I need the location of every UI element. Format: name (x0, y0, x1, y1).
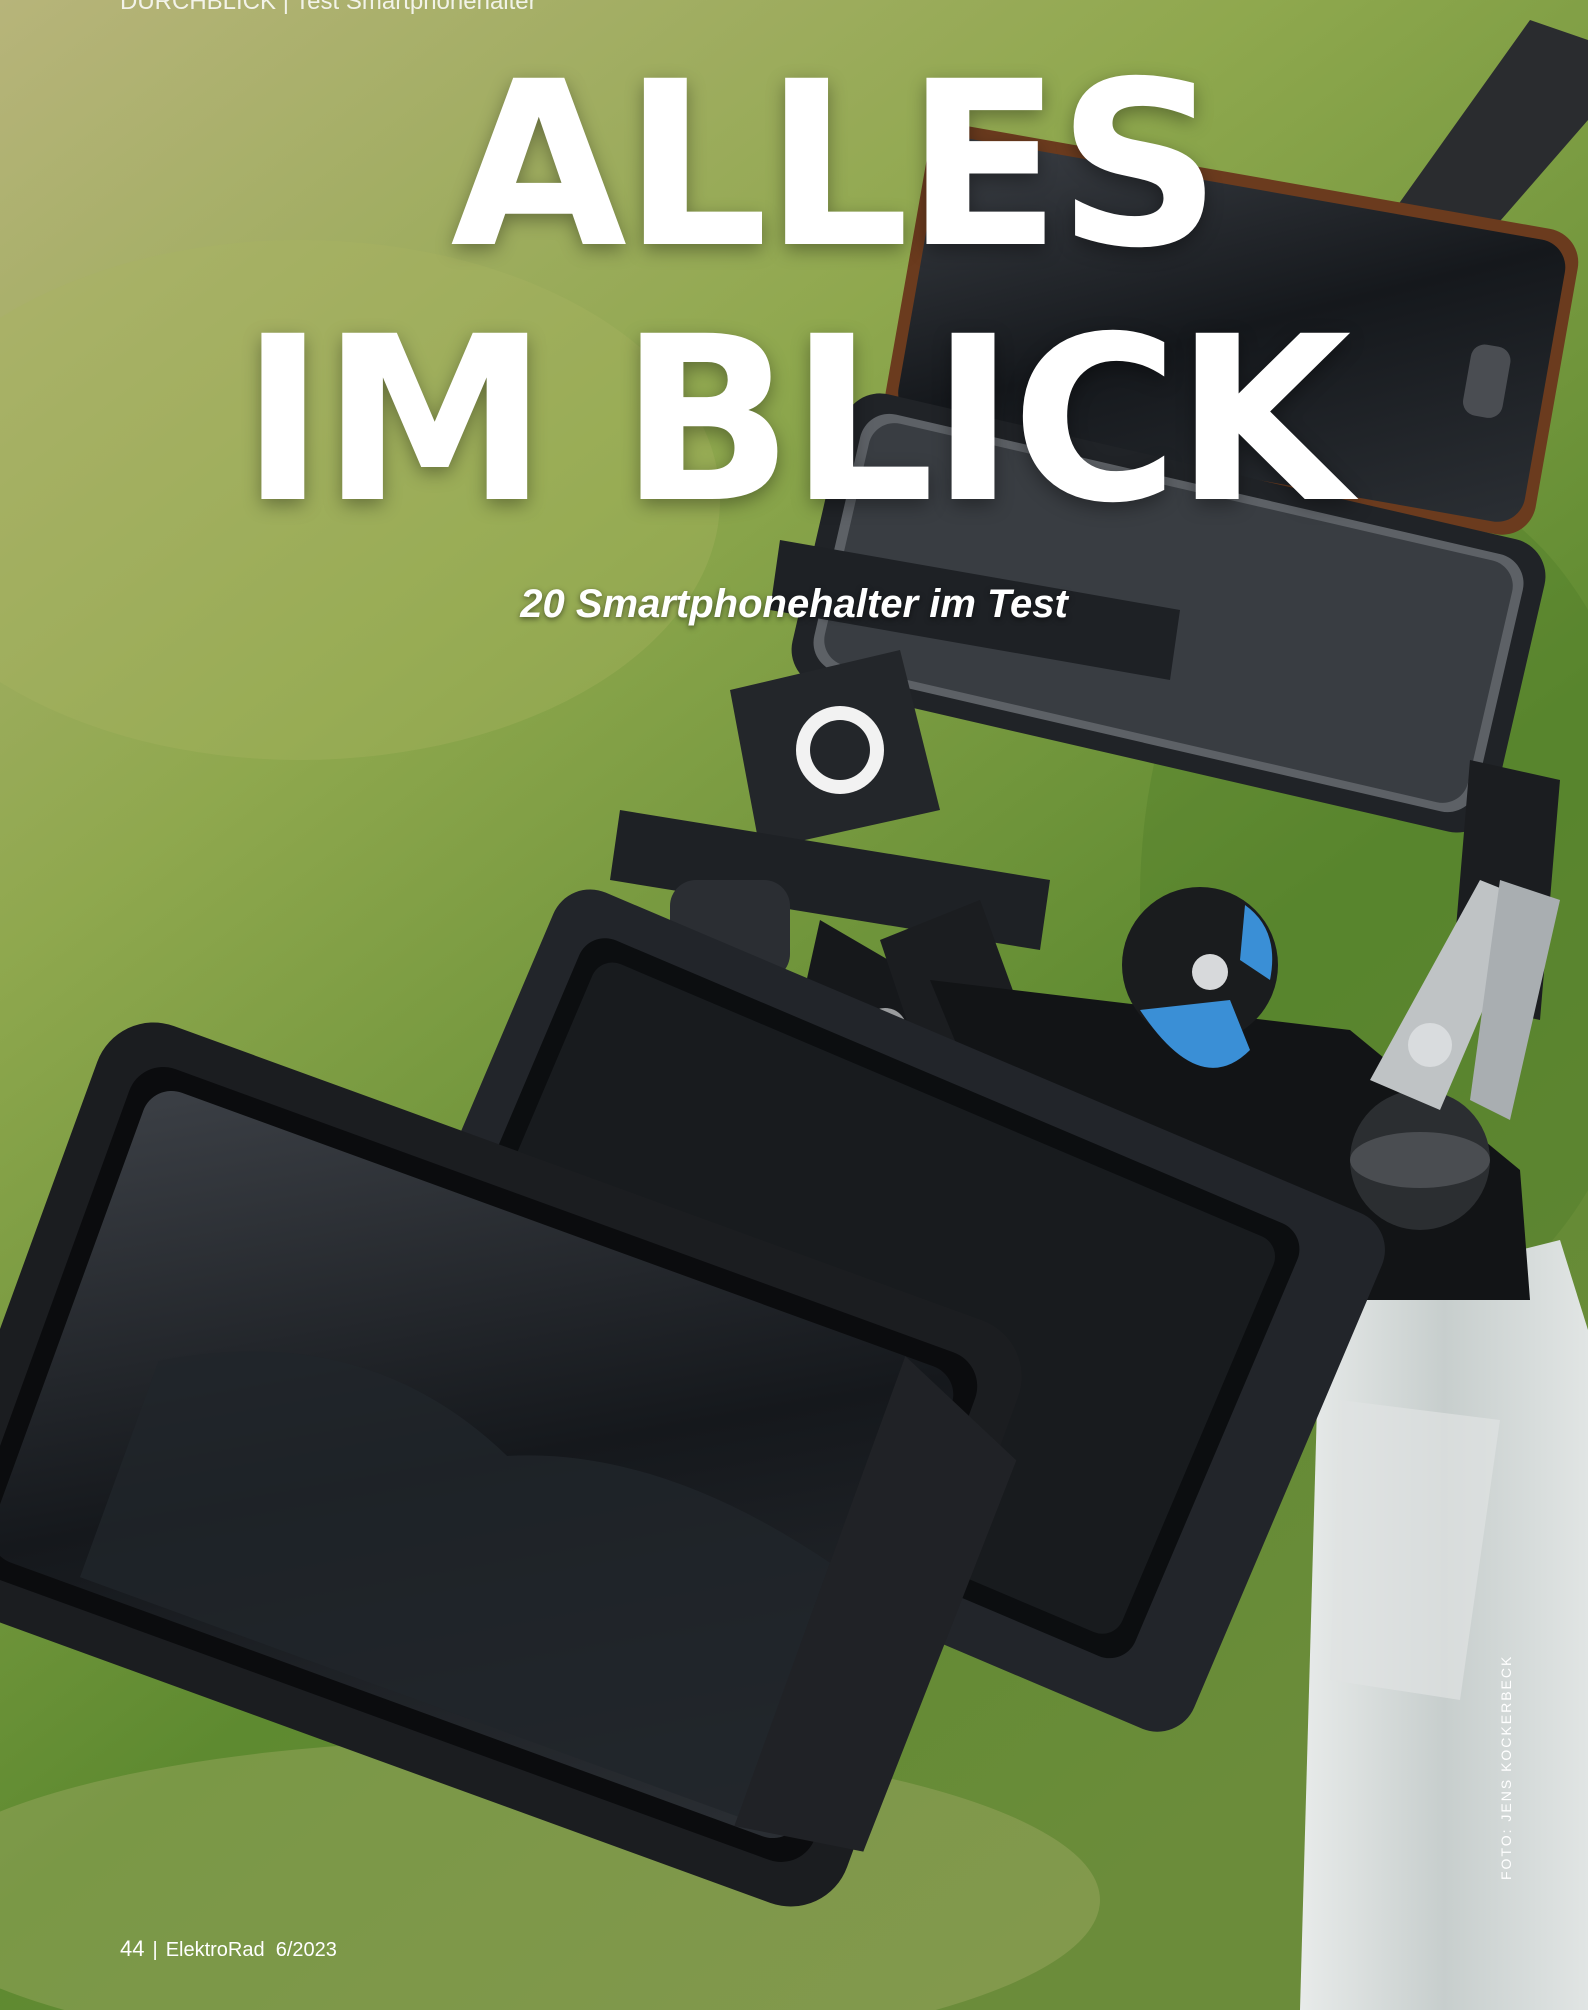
section-kicker: DURCHBLICK | Test Smartphonehalter (120, 0, 537, 15)
magazine-name: ElektroRad (165, 1939, 265, 1961)
issue-number: 6/2023 (275, 1939, 337, 1961)
headline-line-2: IM BLICK (240, 287, 1352, 553)
page-folio: 44 | ElektroRad 6/2023 (120, 1936, 337, 1962)
headline-line-1: ALLES (450, 32, 1222, 298)
subheadline: 20 Smartphonehalter im Test (520, 582, 1068, 626)
photo-credit: FOTO: JENS KOCKERBECK (1498, 1654, 1514, 1880)
page-number: 44 (120, 1936, 145, 1961)
folio-separator: | (152, 1939, 158, 1961)
